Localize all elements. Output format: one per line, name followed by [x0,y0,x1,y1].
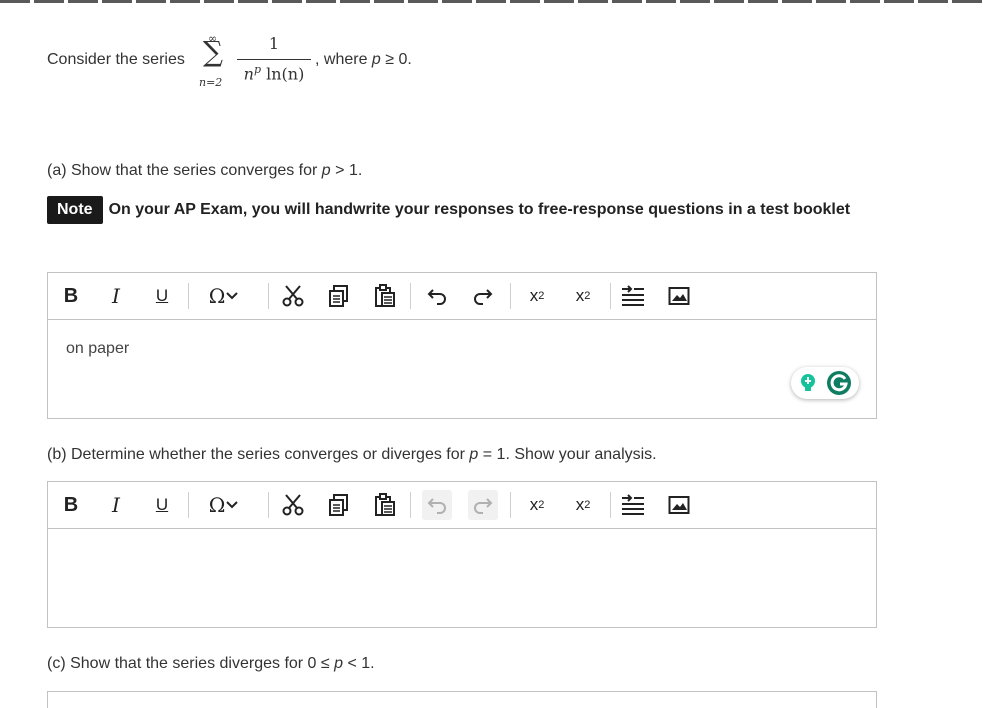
bold-icon[interactable]: B [58,281,84,311]
special-characters-button[interactable]: Ω [198,490,250,520]
toolbar-separator [510,492,511,518]
text-area-a[interactable]: on paper [48,320,876,418]
grammarly-widget[interactable] [791,367,859,399]
part-a-question: (a) Show that the series converges for p… [47,162,363,179]
underline-icon[interactable]: U [150,490,174,520]
part-c-question: (c) Show that the series diverges for 0 … [47,655,375,672]
editor-toolbar: B I U Ω x2 x2 [48,273,876,320]
lightbulb-icon [801,374,815,391]
top-dashed-border [0,0,983,3]
insert-tab-icon[interactable] [618,281,648,311]
subscript-icon[interactable]: x2 [566,490,600,520]
chevron-down-icon [226,292,239,300]
term-numerator: 1 [268,34,280,53]
intro-lead: Consider the series [47,51,185,68]
text-area-b[interactable] [48,529,876,627]
insert-image-icon[interactable] [664,490,694,520]
special-characters-icon: Ω [208,284,226,308]
redo-icon[interactable] [468,281,498,311]
toolbar-separator [268,492,269,518]
italic-icon[interactable]: I [104,281,128,311]
italic-icon[interactable]: I [104,490,128,520]
note-banner: Note On your AP Exam, you will handwrite … [47,196,877,224]
toolbar-separator [188,283,189,309]
toolbar-separator [188,492,189,518]
response-editor-a: B I U Ω x2 x2 on paper [47,272,877,419]
toolbar-separator [610,492,611,518]
fraction-bar [237,59,311,60]
superscript-icon[interactable]: x2 [520,490,554,520]
undo-icon[interactable] [422,281,452,311]
superscript-icon[interactable]: x2 [520,281,554,311]
bold-icon[interactable]: B [58,490,84,520]
copy-icon[interactable] [324,490,354,520]
note-text: On your AP Exam, you will handwrite your… [108,201,851,218]
cut-icon[interactable] [278,490,308,520]
sum-lower-limit: n=2 [199,76,223,89]
series-term: 1 np ln(n) [237,34,311,90]
insert-tab-icon[interactable] [618,490,648,520]
toolbar-separator [268,283,269,309]
toolbar-separator [510,283,511,309]
copy-icon[interactable] [324,281,354,311]
subscript-icon[interactable]: x2 [566,281,600,311]
redo-icon[interactable] [468,490,498,520]
paste-icon[interactable] [370,281,400,311]
series-intro: Consider the series ∞ ∑ n=2 1 np ln(n) ,… [47,32,647,92]
response-editor-c[interactable] [47,691,877,708]
special-characters-button[interactable]: Ω [198,281,250,311]
paste-icon[interactable] [370,490,400,520]
insert-image-icon[interactable] [664,281,694,311]
undo-icon[interactable] [422,490,452,520]
underline-icon[interactable]: U [150,281,174,311]
toolbar-separator [410,492,411,518]
sigma-symbol: ∑ [203,35,223,68]
toolbar-separator [410,283,411,309]
editor-toolbar: B I U Ω x2 x2 [48,482,876,529]
response-editor-b: B I U Ω x2 x2 [47,481,877,628]
chevron-down-icon [226,501,239,509]
special-characters-icon: Ω [208,493,226,517]
grammarly-icon [827,371,851,395]
term-denominator: np ln(n) [243,63,305,84]
response-text: on paper [66,340,130,357]
part-b-question: (b) Determine whether the series converg… [47,446,657,463]
cut-icon[interactable] [278,281,308,311]
intro-condition: , where p ≥ 0. [315,51,412,68]
summation: ∞ ∑ n=2 [199,32,239,92]
toolbar-separator [610,283,611,309]
note-badge: Note [47,196,103,224]
